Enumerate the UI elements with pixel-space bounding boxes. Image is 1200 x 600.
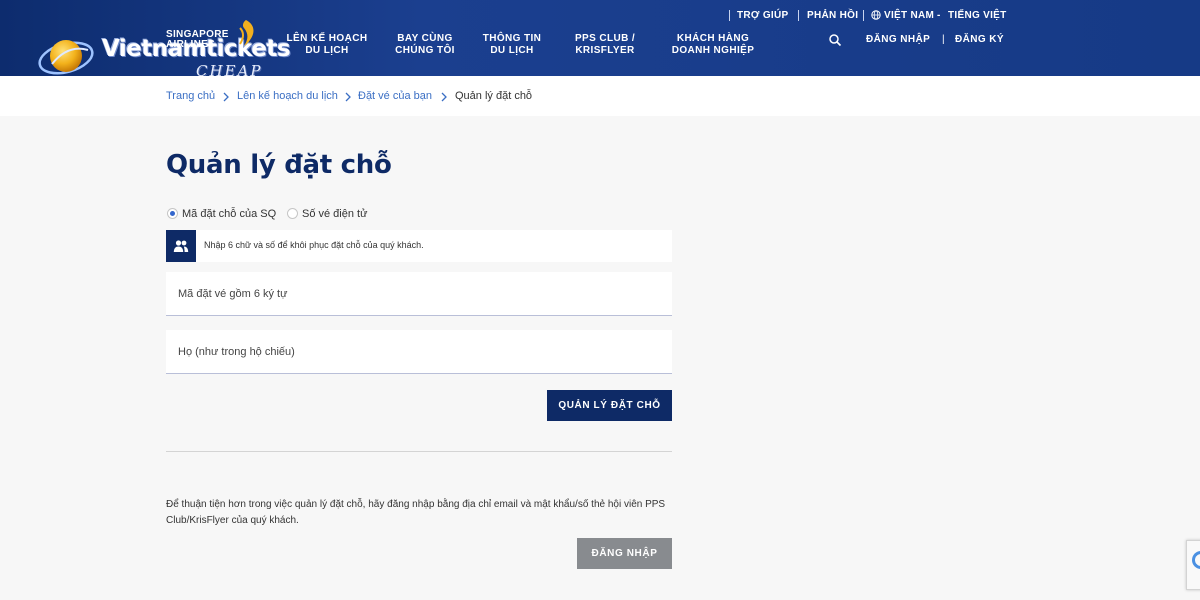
globe-logo-icon bbox=[38, 40, 94, 75]
nav-business-customers[interactable]: KHÁCH HÀNG DOANH NGHIỆP bbox=[666, 33, 760, 57]
radio-sq-booking-code-label[interactable]: Mã đặt chỗ của SQ bbox=[182, 208, 276, 220]
auth-separator: | bbox=[942, 34, 945, 45]
breadcrumb-current: Quản lý đặt chỗ bbox=[455, 90, 533, 102]
recaptcha-icon bbox=[1192, 551, 1200, 569]
breadcrumb-home[interactable]: Trang chủ bbox=[166, 90, 215, 102]
chevron-right-icon bbox=[345, 92, 351, 102]
booking-code-placeholder: Mã đặt vé gồm 6 ký tự bbox=[178, 288, 288, 300]
singapore-bird-icon bbox=[239, 20, 254, 46]
login-button[interactable]: ĐĂNG NHẬP bbox=[577, 538, 672, 569]
header-register-link[interactable]: ĐĂNG KÝ bbox=[955, 34, 1004, 45]
util-separator bbox=[863, 10, 864, 21]
nav-travel-info[interactable]: THÔNG TIN DU LỊCH bbox=[480, 33, 544, 57]
breadcrumb-your-booking[interactable]: Đặt vé của bạn bbox=[358, 90, 432, 102]
info-icon-badge bbox=[166, 230, 196, 262]
chevron-right-icon bbox=[441, 92, 447, 102]
page-title: Quản lý đặt chỗ bbox=[166, 150, 392, 180]
last-name-input[interactable]: Họ (như trong hộ chiếu) bbox=[166, 330, 672, 374]
language-selector[interactable]: TIẾNG VIỆT bbox=[948, 10, 1007, 22]
search-icon[interactable] bbox=[828, 33, 842, 47]
radio-sq-booking-code[interactable] bbox=[167, 208, 178, 219]
nav-label-line1: PPS CLUB / bbox=[574, 33, 636, 44]
util-separator bbox=[729, 10, 730, 21]
nav-label-line2: KRISFLYER bbox=[575, 45, 635, 56]
sq-logo-line2: AIRLINES bbox=[166, 39, 216, 50]
help-link[interactable]: TRỢ GIÚP bbox=[737, 10, 789, 22]
header-login-link[interactable]: ĐĂNG NHẬP bbox=[866, 34, 930, 45]
site-header: Vietnamtickets CHEAP SINGAPORE AIRLINES … bbox=[0, 0, 1200, 80]
nav-pps-krisflyer[interactable]: PPS CLUB / KRISFLYER bbox=[570, 33, 640, 57]
breadcrumb-plan-travel[interactable]: Lên kế hoạch du lịch bbox=[237, 90, 338, 102]
nav-label-line2: DOANH NGHIỆP bbox=[671, 45, 755, 56]
chevron-right-icon bbox=[223, 92, 229, 102]
nav-label-line2: DU LỊCH bbox=[490, 45, 534, 56]
radio-eticket-number[interactable] bbox=[287, 208, 298, 219]
nav-label-line1: LÊN KẾ HOẠCH bbox=[286, 33, 368, 44]
section-divider bbox=[166, 451, 672, 452]
recaptcha-badge[interactable] bbox=[1186, 540, 1200, 590]
region-selector[interactable]: VIỆT NAM bbox=[884, 10, 934, 22]
language-separator: - bbox=[937, 10, 941, 21]
users-icon bbox=[173, 240, 189, 252]
manage-booking-button[interactable]: QUẢN LÝ ĐẶT CHỖ bbox=[547, 390, 672, 421]
nav-plan-travel[interactable]: LÊN KẾ HOẠCH DU LỊCH bbox=[286, 33, 368, 57]
nav-label-line1: BAY CÙNG bbox=[397, 33, 453, 44]
nav-label-line1: THÔNG TIN bbox=[482, 33, 542, 44]
feedback-link[interactable]: PHẢN HỒI bbox=[807, 10, 858, 22]
util-separator bbox=[798, 10, 799, 21]
info-text: Nhập 6 chữ và số để khôi phục đặt chỗ củ… bbox=[204, 240, 424, 250]
nav-fly-with-us[interactable]: BAY CÙNG CHÚNG TÔI bbox=[390, 33, 460, 57]
nav-label-line2: CHÚNG TÔI bbox=[395, 45, 455, 56]
globe-icon bbox=[871, 10, 881, 20]
nav-label-line2: DU LỊCH bbox=[305, 45, 349, 56]
login-note: Để thuận tiện hơn trong việc quản lý đặt… bbox=[166, 499, 666, 526]
info-message: Nhập 6 chữ và số để khôi phục đặt chỗ củ… bbox=[166, 230, 672, 262]
singapore-airlines-logo[interactable]: SINGAPORE AIRLINES bbox=[166, 30, 229, 50]
last-name-placeholder: Họ (như trong hộ chiếu) bbox=[178, 346, 295, 358]
radio-eticket-number-label[interactable]: Số vé điện tử bbox=[302, 208, 367, 220]
booking-code-input[interactable]: Mã đặt vé gồm 6 ký tự bbox=[166, 272, 672, 316]
nav-label-line1: KHÁCH HÀNG bbox=[676, 33, 750, 44]
